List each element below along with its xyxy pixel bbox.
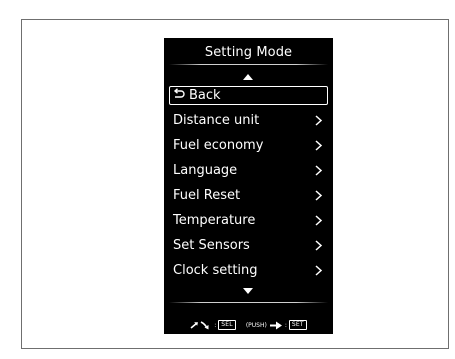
menu-item-fuel-economy[interactable]: Fuel economy (169, 136, 328, 155)
screen-title: Setting Mode (204, 45, 293, 60)
display-screen: Setting Mode Back Distance unit Fuel eco… (164, 38, 333, 334)
push-label: (PUSH) (245, 321, 267, 329)
chevron-right-icon (315, 115, 323, 126)
menu-item-fuel-reset[interactable]: Fuel Reset (169, 186, 328, 205)
menu-item-label: Clock setting (173, 263, 258, 278)
chevron-right-icon (315, 265, 323, 276)
menu-item-label: Set Sensors (173, 238, 250, 253)
sel-key-badge: SEL (218, 320, 236, 330)
menu-item-label: Fuel Reset (173, 188, 241, 203)
right-arrow-icon (269, 321, 282, 329)
menu-item-label: Distance unit (173, 113, 260, 128)
chevron-right-icon (315, 190, 323, 201)
colon-separator: : (284, 321, 287, 329)
menu-item-label: Back (189, 88, 221, 103)
chevron-right-icon (315, 165, 323, 176)
chevron-right-icon (315, 240, 323, 251)
menu-item-set-sensors[interactable]: Set Sensors (169, 236, 328, 255)
control-hints: : SEL (PUSH) : SET (164, 318, 333, 332)
footer-divider (169, 302, 328, 303)
menu-item-clock-setting[interactable]: Clock setting (169, 261, 328, 280)
title-divider (169, 64, 328, 65)
colon-separator: : (214, 321, 217, 329)
menu-item-label: Temperature (173, 213, 256, 228)
menu-item-language[interactable]: Language (169, 161, 328, 180)
return-arrow-icon (173, 88, 185, 98)
menu-item-temperature[interactable]: Temperature (169, 211, 328, 230)
rotate-arrows-icon (190, 321, 209, 330)
scroll-down-icon[interactable] (243, 288, 253, 294)
menu-item-back[interactable]: Back (169, 86, 328, 105)
menu-item-distance-unit[interactable]: Distance unit (169, 111, 328, 130)
set-key-badge: SET (288, 320, 307, 330)
menu-item-label: Language (173, 163, 238, 178)
chevron-right-icon (315, 140, 323, 151)
scroll-up-icon[interactable] (243, 74, 253, 80)
menu-item-label: Fuel economy (173, 138, 264, 153)
chevron-right-icon (315, 215, 323, 226)
